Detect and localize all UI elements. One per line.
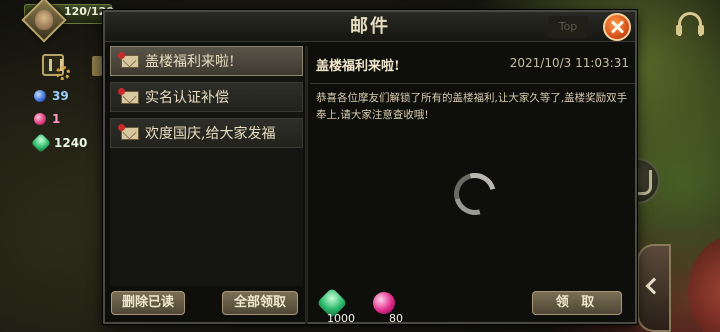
envelope-icon [118, 123, 139, 140]
green-gem-count: 1240 [54, 136, 88, 150]
claim-all-button[interactable]: 全部领取 [222, 291, 298, 315]
loading-spinner-icon [446, 165, 504, 223]
attachment-item[interactable]: 80 [367, 286, 427, 326]
resource-red-gem: 1 [34, 111, 60, 127]
resource-blue-gem: 39 [34, 88, 69, 104]
delete-read-button[interactable]: 删除已读 [111, 291, 185, 315]
claim-button[interactable]: 领 取 [532, 291, 622, 315]
close-button[interactable] [603, 13, 631, 41]
mail-item-label: 盖楼福利来啦! [145, 54, 235, 70]
blue-gem-count: 39 [52, 89, 69, 103]
attachment-count: 80 [389, 312, 403, 325]
mail-detail-body: 恭喜各位摩友们解锁了所有的盖楼福利,让大家久等了,盖楼奖励双手奉上,请大家注意查… [316, 92, 628, 121]
gear-icon[interactable] [56, 66, 70, 80]
attachment-item[interactable]: 1000 [315, 286, 375, 326]
envelope-icon [118, 87, 139, 104]
panel-divider [305, 46, 308, 324]
mail-item-label: 实名认证补偿 [145, 90, 229, 106]
top-tag: Top [548, 16, 588, 38]
green-gem-icon [31, 133, 51, 153]
envelope-icon [118, 51, 139, 68]
red-gem-count: 1 [52, 112, 61, 126]
mail-list-item[interactable]: 欢度国庆,给大家发福 [110, 118, 303, 148]
side-panel-toggle[interactable] [637, 244, 671, 332]
mail-detail-title: 盖楼福利来啦! [316, 59, 400, 74]
headset-icon[interactable] [676, 12, 704, 36]
blue-gem-icon [34, 90, 46, 102]
resource-green-gem: 1240 [31, 133, 88, 153]
mail-detail-date: 2021/10/3 11:03:31 [509, 56, 629, 70]
mail-attachments: 1000 80 [315, 286, 535, 326]
red-gem-icon [34, 113, 46, 125]
scroll-icon[interactable] [92, 56, 102, 76]
mail-detail-header: 盖楼福利来啦! 2021/10/3 11:03:31 [310, 46, 635, 84]
pink-orb-icon [373, 292, 395, 314]
player-avatar[interactable] [35, 10, 53, 30]
mail-list-item[interactable]: 实名认证补偿 [110, 82, 303, 112]
mail-item-label: 欢度国庆,给大家发福 [145, 126, 276, 142]
mail-panel: 邮件 Top 盖楼福利来啦! 实名认证补偿 欢度国庆,给大家发福 盖楼福利来啦!… [103, 10, 637, 326]
mail-list-item[interactable]: 盖楼福利来啦! [110, 46, 303, 76]
attachment-count: 1000 [327, 312, 355, 325]
mail-list: 盖楼福利来啦! 实名认证补偿 欢度国庆,给大家发福 [110, 46, 303, 286]
chevron-left-icon [645, 277, 663, 295]
